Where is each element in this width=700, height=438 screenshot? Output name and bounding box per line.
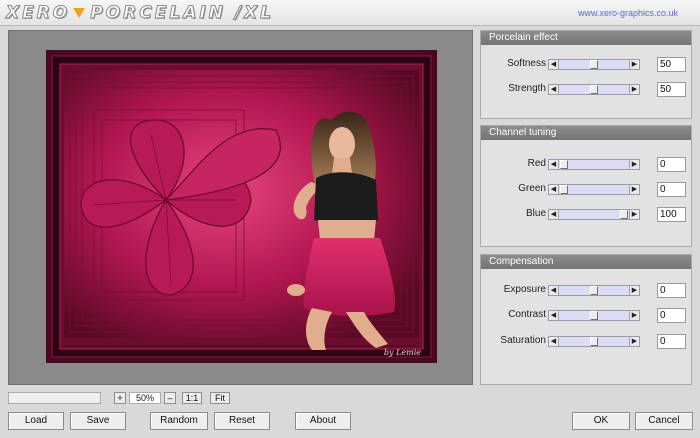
website-link[interactable]: www.xero-graphics.co.uk (578, 8, 678, 18)
right-arrow-icon[interactable]: ▶ (629, 85, 639, 94)
progress-field (8, 392, 101, 404)
green-control: Green ◀ ▶ 0 (481, 182, 693, 198)
softness-value[interactable]: 50 (657, 57, 686, 72)
right-arrow-icon[interactable]: ▶ (629, 160, 639, 169)
slider-thumb[interactable] (590, 85, 598, 94)
zoom-in-button[interactable]: + (114, 392, 126, 404)
red-value[interactable]: 0 (657, 157, 686, 172)
panel-channel-tuning: Channel tuning Red ◀ ▶ 0 Green ◀ ▶ 0 Blu… (480, 125, 692, 247)
cancel-button[interactable]: Cancel (635, 412, 693, 430)
softness-label: Softness (507, 58, 546, 69)
green-slider[interactable]: ◀ ▶ (548, 184, 640, 195)
blue-label: Blue (525, 208, 546, 219)
down-triangle-icon (73, 8, 86, 18)
left-arrow-icon[interactable]: ◀ (549, 210, 559, 219)
blue-value[interactable]: 100 (657, 207, 686, 222)
exposure-slider[interactable]: ◀ ▶ (548, 285, 640, 296)
green-value[interactable]: 0 (657, 182, 686, 197)
reset-button[interactable]: Reset (214, 412, 270, 430)
slider-thumb[interactable] (590, 60, 598, 69)
softness-control: Softness ◀ ▶ 50 (481, 57, 693, 73)
zoom-level-field[interactable]: 50% (129, 392, 161, 404)
exposure-value[interactable]: 0 (657, 283, 686, 298)
zoom-fit-button[interactable]: Fit (210, 392, 230, 404)
saturation-value[interactable]: 0 (657, 334, 686, 349)
strength-control: Strength ◀ ▶ 50 (481, 82, 693, 98)
panel-title: Porcelain effect (481, 31, 691, 45)
strength-value[interactable]: 50 (657, 82, 686, 97)
slider-thumb[interactable] (560, 160, 568, 169)
logo-text-left: XERO (5, 3, 71, 24)
saturation-control: Saturation ◀ ▶ 0 (481, 334, 693, 350)
zoom-one-to-one-button[interactable]: 1:1 (182, 392, 202, 404)
title-bar: XERO PORCELAIN /XL www.xero-graphics.co.… (0, 0, 700, 26)
red-label: Red (527, 158, 546, 169)
panel-title: Compensation (481, 255, 691, 269)
preview-artwork (46, 50, 437, 363)
load-button[interactable]: Load (8, 412, 64, 430)
softness-slider[interactable]: ◀ ▶ (548, 59, 640, 70)
save-button[interactable]: Save (70, 412, 126, 430)
red-slider[interactable]: ◀ ▶ (548, 159, 640, 170)
left-arrow-icon[interactable]: ◀ (549, 85, 559, 94)
left-arrow-icon[interactable]: ◀ (549, 60, 559, 69)
preview-area[interactable]: by Lemie (8, 30, 473, 385)
strength-label: Strength (508, 83, 546, 94)
right-arrow-icon[interactable]: ▶ (629, 286, 639, 295)
strength-slider[interactable]: ◀ ▶ (548, 84, 640, 95)
blue-slider[interactable]: ◀ ▶ (548, 209, 640, 220)
contrast-value[interactable]: 0 (657, 308, 686, 323)
slider-thumb[interactable] (590, 311, 598, 320)
about-button[interactable]: About (295, 412, 351, 430)
ok-button[interactable]: OK (572, 412, 630, 430)
app-logo: XERO PORCELAIN /XL (5, 2, 274, 24)
right-arrow-icon[interactable]: ▶ (629, 311, 639, 320)
left-arrow-icon[interactable]: ◀ (549, 286, 559, 295)
preview-image[interactable]: by Lemie (46, 50, 437, 363)
panel-title: Channel tuning (481, 126, 691, 140)
left-arrow-icon[interactable]: ◀ (549, 185, 559, 194)
zoom-out-button[interactable]: – (164, 392, 176, 404)
contrast-label: Contrast (508, 309, 546, 320)
exposure-label: Exposure (503, 284, 546, 295)
saturation-slider[interactable]: ◀ ▶ (548, 336, 640, 347)
artist-signature: by Lemie (383, 348, 421, 357)
exposure-control: Exposure ◀ ▶ 0 (481, 283, 693, 299)
slider-thumb[interactable] (590, 337, 598, 346)
right-arrow-icon[interactable]: ▶ (629, 185, 639, 194)
slider-thumb[interactable] (590, 286, 598, 295)
left-arrow-icon[interactable]: ◀ (549, 160, 559, 169)
saturation-label: Saturation (500, 335, 546, 346)
red-control: Red ◀ ▶ 0 (481, 157, 693, 173)
panel-porcelain-effect: Porcelain effect Softness ◀ ▶ 50 Strengt… (480, 30, 692, 119)
slider-thumb[interactable] (620, 210, 628, 219)
left-arrow-icon[interactable]: ◀ (549, 337, 559, 346)
slider-thumb[interactable] (560, 185, 568, 194)
right-arrow-icon[interactable]: ▶ (629, 337, 639, 346)
logo-text-right: PORCELAIN /XL (90, 3, 274, 24)
random-button[interactable]: Random (150, 412, 208, 430)
left-arrow-icon[interactable]: ◀ (549, 311, 559, 320)
blue-control: Blue ◀ ▶ 100 (481, 207, 693, 223)
panel-compensation: Compensation Exposure ◀ ▶ 0 Contrast ◀ ▶… (480, 254, 692, 385)
contrast-control: Contrast ◀ ▶ 0 (481, 308, 693, 324)
contrast-slider[interactable]: ◀ ▶ (548, 310, 640, 321)
right-arrow-icon[interactable]: ▶ (629, 60, 639, 69)
green-label: Green (518, 183, 546, 194)
right-arrow-icon[interactable]: ▶ (629, 210, 639, 219)
